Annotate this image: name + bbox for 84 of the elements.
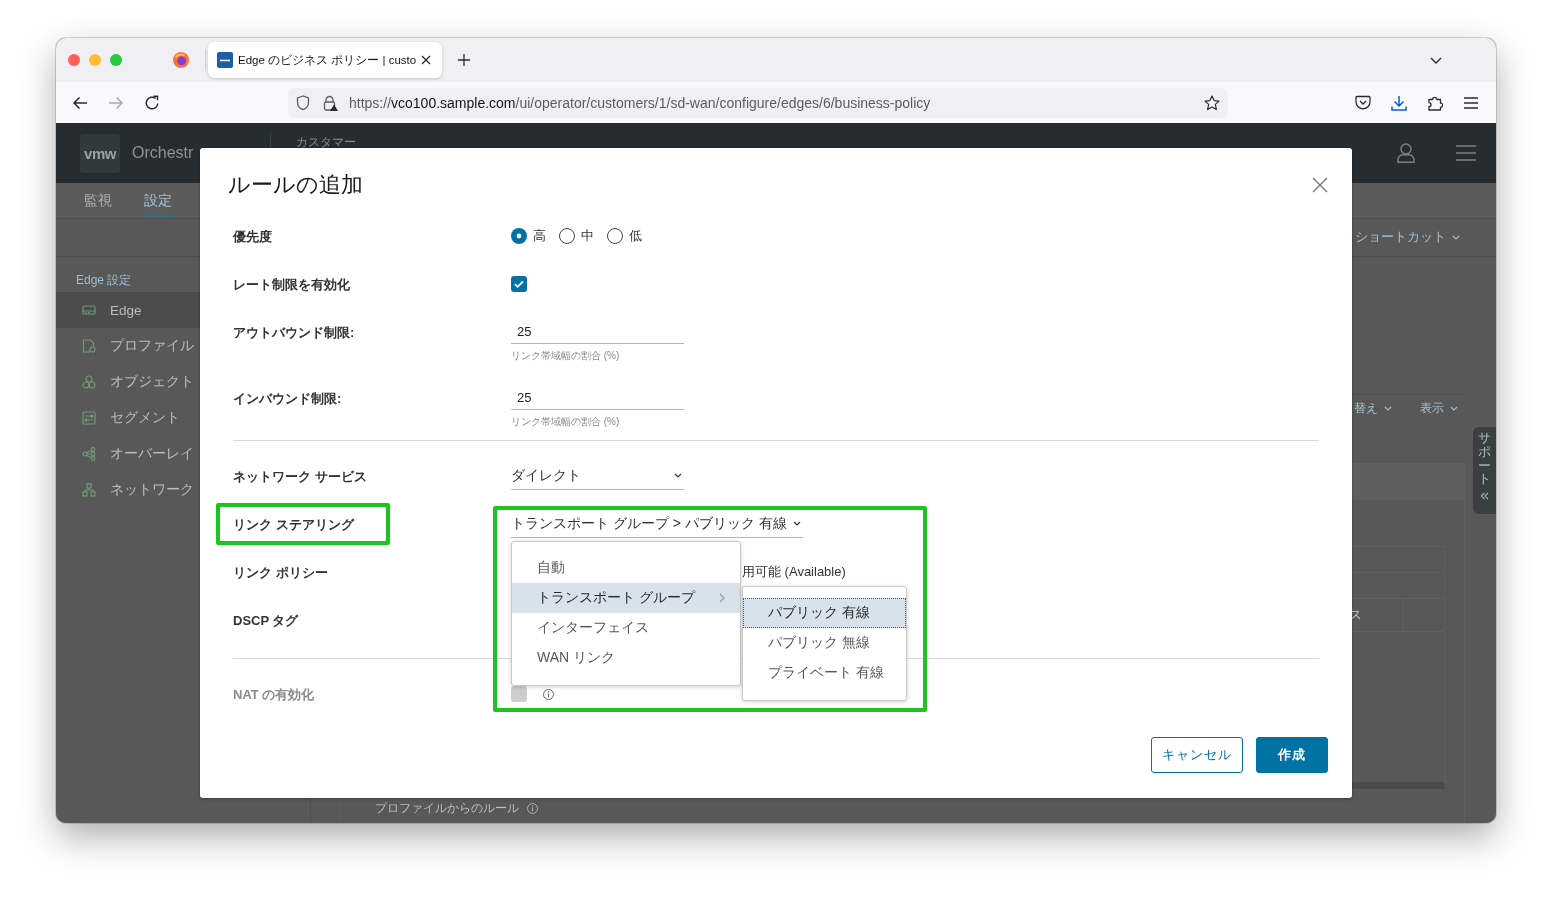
dialog-title: ルールの追加 bbox=[228, 172, 363, 198]
dropdown-button[interactable]: 替え bbox=[1354, 400, 1392, 417]
download-icon[interactable] bbox=[1391, 94, 1407, 111]
sidebar-item[interactable]: オーバーレイ bbox=[56, 436, 200, 472]
dropdown[interactable]: トランスポート グループ > パブリック 有線 bbox=[511, 510, 803, 538]
document-gear-icon bbox=[82, 339, 96, 353]
field-label: 優先度 bbox=[233, 229, 272, 244]
radio-button[interactable] bbox=[607, 228, 623, 244]
menu-icon[interactable] bbox=[1463, 96, 1479, 109]
cluster-icon bbox=[82, 375, 96, 389]
menu-item[interactable]: プライベート 有線 bbox=[743, 658, 906, 688]
field-label: NAT の有効化 bbox=[233, 687, 315, 702]
product-name: Orchestr bbox=[132, 144, 194, 162]
header-label: カスタマー bbox=[296, 134, 356, 151]
menu-item[interactable]: トランスポート グループ bbox=[512, 583, 740, 613]
browser-tab[interactable]: Edge のビジネス ポリシー | custo bbox=[208, 42, 443, 78]
radio-label: 中 bbox=[581, 227, 594, 245]
sidebar-item[interactable]: セグメント bbox=[56, 400, 200, 436]
support-tab[interactable]: サポート bbox=[1473, 427, 1496, 514]
shield-icon bbox=[296, 94, 310, 111]
sidebar-item[interactable]: プロファイル bbox=[56, 328, 200, 364]
create-button[interactable]: 作成 bbox=[1256, 737, 1328, 773]
chevron-right-icon bbox=[719, 593, 725, 603]
arrow-left-icon[interactable] bbox=[72, 95, 88, 110]
browser-logo-icon[interactable] bbox=[173, 52, 189, 68]
menu-item[interactable]: パブリック 有線 bbox=[743, 598, 906, 628]
checkbox[interactable] bbox=[511, 276, 527, 292]
dropdown-button[interactable]: 表示 bbox=[1420, 400, 1458, 417]
menu-item[interactable]: WAN リンク bbox=[512, 643, 740, 673]
field-value: 用可能 (Available) bbox=[742, 563, 846, 581]
radio-button[interactable] bbox=[511, 228, 527, 244]
close-window-button[interactable] bbox=[68, 54, 80, 66]
plus-icon[interactable] bbox=[458, 54, 471, 66]
field-label: インバウンド制限: bbox=[233, 391, 342, 406]
product-logo[interactable]: vmw bbox=[80, 133, 120, 173]
chevron-down-icon bbox=[1450, 406, 1458, 411]
device-icon bbox=[82, 303, 96, 317]
menu-item[interactable]: インターフェイス bbox=[512, 613, 740, 643]
helper-text: リンク帯域幅の割合 (%) bbox=[511, 416, 620, 428]
chevron-down-icon bbox=[792, 521, 801, 526]
chevron-down-icon bbox=[1384, 406, 1392, 411]
dropdown-button[interactable]: ショートカット bbox=[1355, 229, 1460, 246]
chevron-down-icon bbox=[1452, 235, 1460, 240]
share-nodes-icon bbox=[82, 447, 96, 461]
padlock-warning-icon bbox=[322, 94, 338, 111]
close-icon[interactable] bbox=[421, 55, 432, 65]
sidebar-heading: Edge 設定 bbox=[76, 272, 132, 288]
star-icon[interactable] bbox=[1204, 94, 1220, 111]
field-label: レート制限を有効化 bbox=[233, 277, 350, 292]
sidebar-item[interactable]: オブジェクト bbox=[56, 364, 200, 400]
chevron-down-icon[interactable] bbox=[1430, 56, 1442, 64]
hierarchy-icon bbox=[82, 483, 96, 497]
menu-item[interactable]: パブリック 無線 bbox=[743, 628, 906, 658]
menu-icon[interactable] bbox=[1456, 145, 1476, 161]
box-arrows-icon bbox=[82, 411, 96, 425]
puzzle-icon[interactable] bbox=[1427, 94, 1443, 111]
text-input[interactable]: 25 bbox=[511, 321, 684, 344]
pouch-icon[interactable] bbox=[1355, 95, 1371, 110]
nav-tab[interactable]: 監視 bbox=[81, 183, 115, 218]
menu-item[interactable]: 自動 bbox=[512, 553, 740, 583]
sidebar-item[interactable]: Edge bbox=[56, 292, 200, 328]
reload-icon[interactable] bbox=[144, 94, 160, 111]
helper-text: リンク帯域幅の割合 (%) bbox=[511, 350, 620, 362]
site-favicon-icon bbox=[217, 52, 233, 68]
field-label: アウトバウンド制限: bbox=[233, 325, 355, 340]
radio-label: 高 bbox=[533, 227, 546, 245]
cancel-button[interactable]: キャンセル bbox=[1151, 737, 1243, 773]
chevron-down-icon bbox=[674, 473, 682, 478]
text-input[interactable]: 25 bbox=[511, 387, 684, 410]
sidebar-item[interactable]: ネットワーク bbox=[56, 472, 200, 508]
address-bar[interactable]: https://vco100.sample.com/ui/operator/customers/1/sd-wan/configure/edges/6/business-policy bbox=[288, 87, 1228, 118]
url-text: https://vco100.sample.com/ui/operator/customers/1/sd-wan/configure/edges/6/business-policy bbox=[349, 94, 931, 111]
double-chevron-left-icon bbox=[1480, 492, 1489, 500]
field-label: DSCP タグ bbox=[233, 613, 299, 628]
dropdown[interactable]: ダイレクト bbox=[511, 462, 684, 490]
field-label: リンク ポリシー bbox=[233, 565, 328, 580]
user-icon[interactable] bbox=[1397, 143, 1415, 163]
field-label: ネットワーク サービス bbox=[233, 469, 367, 484]
nav-tab[interactable]: 設定 bbox=[141, 183, 175, 218]
radio-label: 低 bbox=[629, 227, 642, 245]
field-label: リンク ステアリング bbox=[233, 517, 354, 532]
radio-button[interactable] bbox=[559, 228, 575, 244]
section-title: プロファイルからのルール bbox=[375, 801, 519, 815]
info-icon bbox=[527, 802, 538, 814]
